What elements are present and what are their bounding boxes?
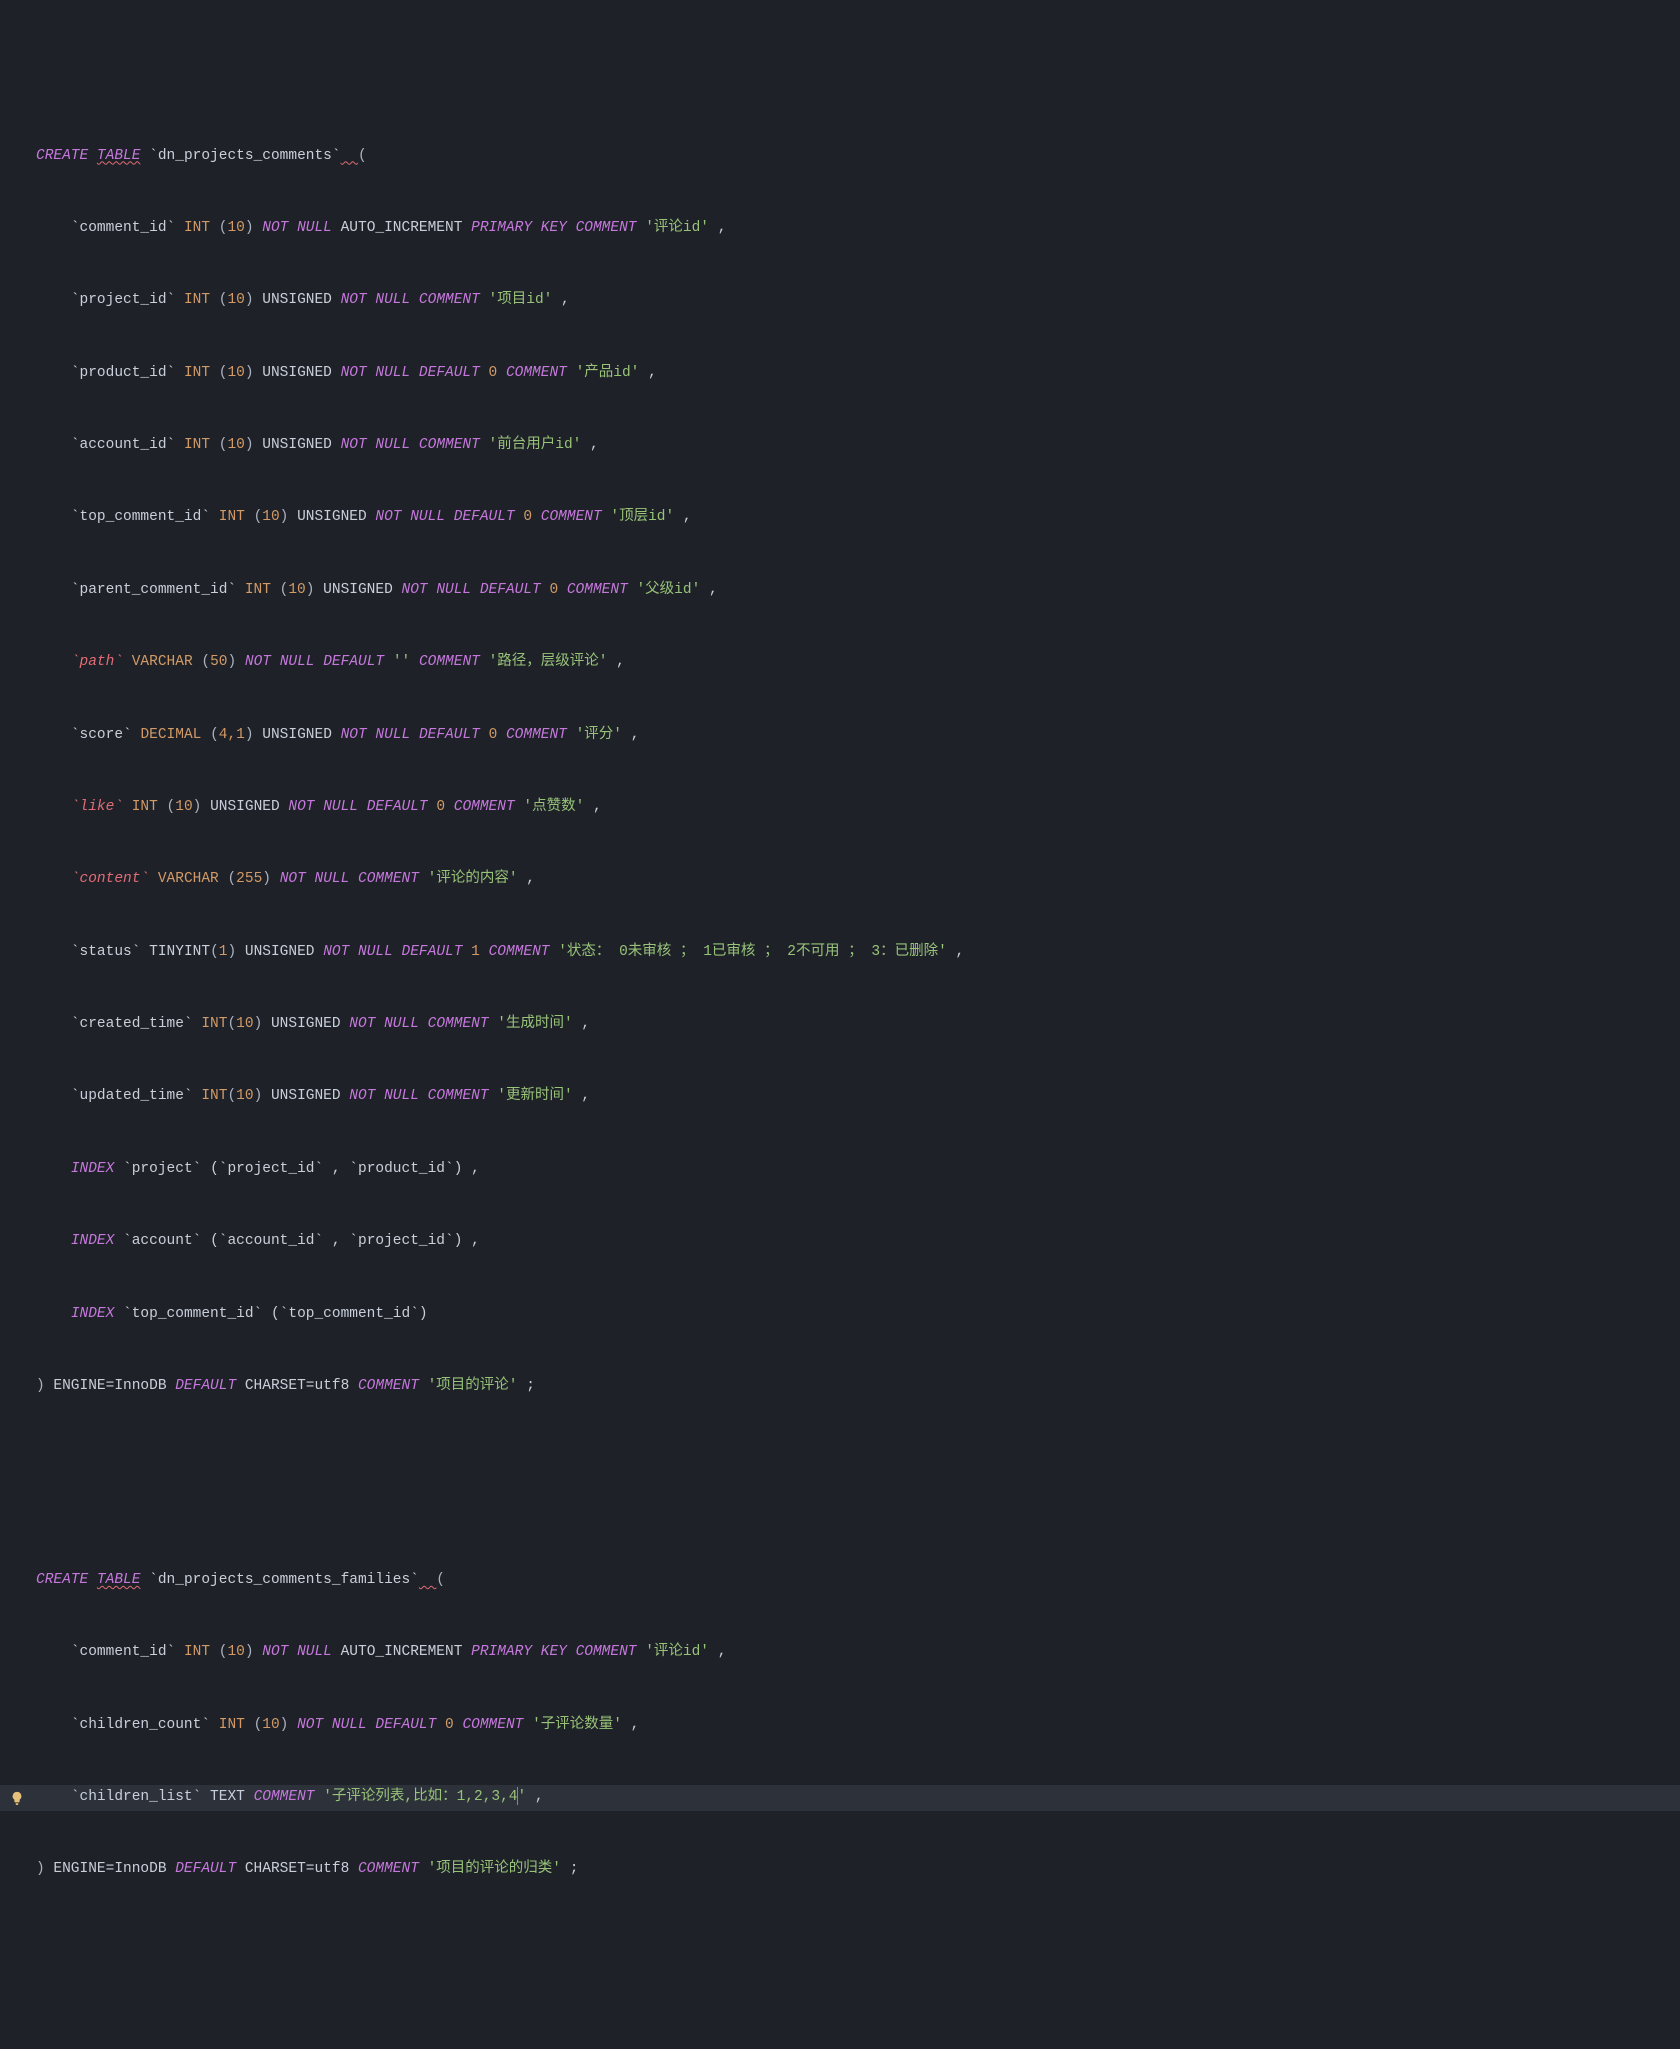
code-line[interactable]: `top_comment_id` INT (10) UNSIGNED NOT N… <box>0 505 1680 531</box>
table-name-2: `dn_projects_comments_families` <box>149 1572 419 1588</box>
code-line[interactable]: `parent_comment_id` INT (10) UNSIGNED NO… <box>0 577 1680 603</box>
code-line[interactable]: `path` VARCHAR (50) NOT NULL DEFAULT '' … <box>0 650 1680 676</box>
code-line-empty[interactable] <box>0 1495 1680 1521</box>
code-line[interactable]: INDEX `project` (`project_id` , `product… <box>0 1156 1680 1182</box>
code-editor[interactable]: CREATE TABLE `dn_projects_comments` ( `c… <box>0 97 1680 1930</box>
lightbulb-icon[interactable] <box>10 1791 24 1805</box>
code-line[interactable]: INDEX `account` (`account_id` , `project… <box>0 1229 1680 1255</box>
col-like: `like` <box>71 799 123 815</box>
col-top-comment-id: `top_comment_id` <box>71 509 210 525</box>
code-line[interactable]: ) ENGINE=InnoDB DEFAULT CHARSET=utf8 COM… <box>0 1857 1680 1883</box>
col-project-id: `project_id` <box>71 292 175 308</box>
col-path: `path` <box>71 654 123 670</box>
code-line[interactable]: INDEX `top_comment_id` (`top_comment_id`… <box>0 1301 1680 1327</box>
code-line[interactable]: `comment_id` INT (10) NOT NULL AUTO_INCR… <box>0 1640 1680 1666</box>
type-int: INT <box>184 220 210 236</box>
table-name: `dn_projects_comments` <box>149 148 340 164</box>
col-comment-id: `comment_id` <box>71 220 175 236</box>
col-score: `score` <box>71 727 132 743</box>
error-marker <box>341 148 358 164</box>
code-line[interactable]: `score` DECIMAL (4,1) UNSIGNED NOT NULL … <box>0 722 1680 748</box>
code-line-empty[interactable] <box>0 1446 1680 1472</box>
keyword-create: CREATE <box>36 148 88 164</box>
code-line[interactable]: CREATE TABLE `dn_projects_comments_famil… <box>0 1567 1680 1593</box>
code-line[interactable]: ) ENGINE=InnoDB DEFAULT CHARSET=utf8 COM… <box>0 1374 1680 1400</box>
code-line[interactable]: `project_id` INT (10) UNSIGNED NOT NULL … <box>0 288 1680 314</box>
col-updated-time: `updated_time` <box>71 1088 193 1104</box>
col-product-id: `product_id` <box>71 365 175 381</box>
code-line[interactable]: `product_id` INT (10) UNSIGNED NOT NULL … <box>0 360 1680 386</box>
code-line[interactable]: CREATE TABLE `dn_projects_comments` ( <box>0 143 1680 169</box>
code-line[interactable]: `updated_time` INT(10) UNSIGNED NOT NULL… <box>0 1084 1680 1110</box>
col-status: `status` <box>71 944 141 960</box>
col-parent-comment-id: `parent_comment_id` <box>71 582 236 598</box>
code-line[interactable]: `comment_id` INT (10) NOT NULL AUTO_INCR… <box>0 216 1680 242</box>
code-line[interactable]: `like` INT (10) UNSIGNED NOT NULL DEFAUL… <box>0 795 1680 821</box>
keyword-table: TABLE <box>97 148 141 164</box>
code-line[interactable]: `children_count` INT (10) NOT NULL DEFAU… <box>0 1712 1680 1738</box>
col-created-time: `created_time` <box>71 1016 193 1032</box>
code-line[interactable]: `status` TINYINT(1) UNSIGNED NOT NULL DE… <box>0 939 1680 965</box>
code-line[interactable]: `created_time` INT(10) UNSIGNED NOT NULL… <box>0 1012 1680 1038</box>
col-content: `content` <box>71 871 149 887</box>
code-line[interactable]: `content` VARCHAR (255) NOT NULL COMMENT… <box>0 867 1680 893</box>
col-account-id: `account_id` <box>71 437 175 453</box>
code-line[interactable]: `account_id` INT (10) UNSIGNED NOT NULL … <box>0 433 1680 459</box>
code-line-current[interactable]: `children_list` TEXT COMMENT '子评论列表,比如：1… <box>0 1785 1680 1811</box>
keyword-index: INDEX <box>71 1161 115 1177</box>
